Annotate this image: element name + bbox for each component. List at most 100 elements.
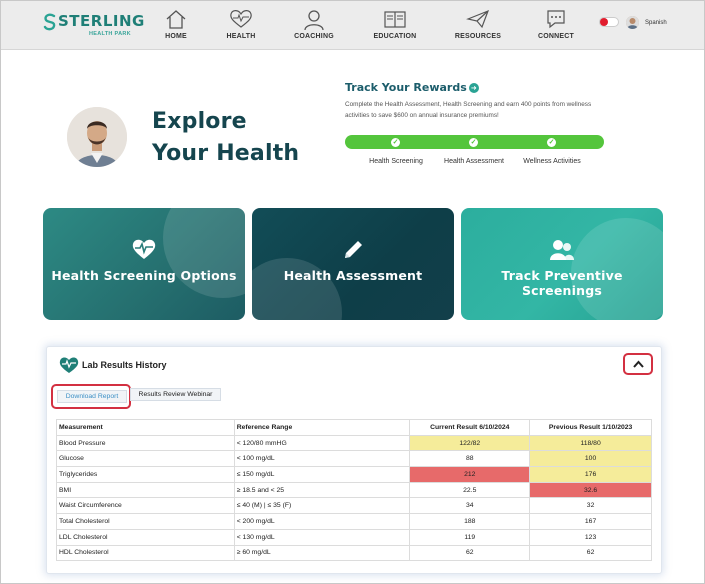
user-photo-icon: [626, 16, 639, 29]
cell-measurement: HDL Cholesterol: [56, 544, 235, 562]
paper-plane-icon: [466, 9, 490, 29]
heart-pulse-icon: [59, 357, 79, 373]
cell-reference-range: < 200 mg/dL: [233, 513, 411, 530]
cell-reference-range: ≥ 18.5 and < 25: [233, 481, 411, 499]
home-icon: [166, 10, 186, 29]
cell-reference-range: ≤ 150 mg/dL: [233, 466, 411, 483]
card-track-preventive-screenings[interactable]: Track Preventive Screenings: [461, 208, 663, 320]
step-health-screening: Health Screening: [369, 158, 423, 165]
nav-health[interactable]: HEALTH: [222, 9, 260, 45]
cell-reference-range: ≤ 40 (M) | ≤ 35 (F): [233, 497, 411, 515]
collapse-button[interactable]: [623, 353, 653, 375]
user-portrait-icon: [67, 107, 127, 167]
cell-previous-result: 32.6: [529, 481, 652, 499]
check-icon: ✓: [547, 138, 556, 147]
cell-previous-result: 62: [529, 544, 652, 562]
chat-icon: [547, 10, 565, 29]
download-report-highlight: Download Report: [51, 384, 131, 409]
cell-measurement: Waist Circumference: [56, 497, 235, 515]
lab-results-table: Measurement Reference Range Current Resu…: [56, 419, 652, 562]
table-row: Waist Circumference ≤ 40 (M) | ≤ 35 (F) 34…: [56, 497, 652, 515]
lab-results-body: Blood Pressure < 120/80 mmHG 122/82 118/80 G…: [56, 434, 652, 562]
nav-education[interactable]: EDUCATION: [372, 9, 418, 45]
chevron-up-icon: [633, 360, 644, 368]
nav-resources[interactable]: RESOURCES: [453, 9, 503, 45]
cell-previous-result: 100: [529, 450, 652, 468]
rewards-progress-bar: ✓ ✓ ✓: [345, 135, 604, 149]
card-health-screening-options[interactable]: Health Screening Options: [43, 208, 245, 320]
cell-measurement: BMI: [56, 481, 235, 499]
people-icon: [461, 238, 663, 267]
table-row: Triglycerides ≤ 150 mg/dL 212 176: [56, 466, 652, 483]
brand-subtitle: HEALTH PARK: [89, 31, 131, 37]
nav-connect-label: CONNECT: [537, 33, 574, 40]
table-row: LDL Cholesterol < 130 mg/dL 119 123: [56, 528, 652, 546]
nav-home[interactable]: HOME: [159, 9, 193, 45]
cell-current-result: 212: [409, 466, 531, 483]
logo-mark-icon: [43, 13, 56, 31]
check-icon: ✓: [469, 138, 478, 147]
cell-previous-result: 176: [529, 466, 652, 483]
check-icon: ✓: [391, 138, 400, 147]
cell-reference-range: < 130 mg/dL: [233, 528, 411, 546]
cell-measurement: Blood Pressure: [56, 434, 235, 452]
rewards-title-link[interactable]: Track Your Rewards ➜: [345, 81, 610, 94]
step-health-assessment: Health Assessment: [444, 158, 504, 165]
toggle-knob: [600, 18, 608, 26]
col-reference-range: Reference Range: [233, 419, 411, 436]
card-label: Health Screening Options: [51, 268, 237, 283]
nav-home-label: HOME: [165, 33, 187, 40]
nav-coaching[interactable]: COACHING: [291, 9, 337, 45]
rewards-panel: Track Your Rewards ➜ Complete the Health …: [345, 81, 610, 165]
cell-current-result: 22.5: [409, 481, 531, 499]
arrow-right-icon[interactable]: ➜: [468, 83, 479, 93]
lab-results-panel: Lab Results History Download Report Resu…: [46, 346, 662, 574]
col-previous-result: Previous Result 1/10/2023: [529, 419, 652, 436]
user-avatar-small[interactable]: [626, 16, 639, 29]
tab-results-review-webinar[interactable]: Results Review Webinar: [130, 388, 221, 401]
hero-title-line2: Your Health: [152, 141, 300, 166]
step-wellness-activities: Wellness Activities: [523, 158, 581, 165]
nav-coaching-label: COACHING: [294, 33, 334, 40]
cell-reference-range: < 100 mg/dL: [233, 450, 411, 468]
cell-measurement: Triglycerides: [56, 466, 235, 483]
user-avatar: [67, 107, 127, 167]
card-label: Health Assessment: [283, 268, 423, 283]
nav-education-label: EDUCATION: [373, 33, 417, 40]
cell-previous-result: 32: [529, 497, 652, 515]
language-toggle[interactable]: [599, 17, 619, 27]
table-row: Blood Pressure < 120/80 mmHG 122/82 118/80: [56, 434, 652, 452]
card-label: Track Preventive Screenings: [501, 268, 623, 298]
brand-name: STERLING: [58, 12, 145, 30]
language-label: Spanish: [645, 20, 667, 26]
cell-measurement: Total Cholesterol: [56, 513, 235, 530]
person-icon: [304, 10, 324, 31]
hero-title: Explore Your Health: [152, 106, 299, 170]
top-nav: STERLING HEALTH PARK HOME HEALTH COACHIN…: [1, 1, 704, 50]
cell-measurement: Glucose: [56, 450, 235, 468]
table-row: BMI ≥ 18.5 and < 25 22.5 32.6: [56, 481, 652, 499]
book-icon: [384, 11, 406, 28]
rewards-description: Complete the Health Assessment, Health S…: [345, 101, 592, 119]
cell-previous-result: 123: [529, 528, 652, 546]
table-row: Glucose < 100 mg/dL 88 100: [56, 450, 652, 468]
cell-reference-range: < 120/80 mmHG: [233, 434, 411, 452]
nav-resources-label: RESOURCES: [454, 33, 502, 40]
col-current-result: Current Result 6/10/2024: [409, 419, 531, 436]
rewards-title: Track Your Rewards: [345, 81, 467, 94]
cell-current-result: 88: [409, 450, 531, 468]
cell-reference-range: ≥ 60 mg/dL: [233, 544, 411, 562]
brand-logo[interactable]: STERLING HEALTH PARK: [41, 11, 144, 41]
cell-previous-result: 167: [529, 513, 652, 530]
table-row: Total Cholesterol < 200 mg/dL 188 167: [56, 513, 652, 530]
nav-health-label: HEALTH: [226, 33, 256, 40]
cell-current-result: 188: [409, 513, 531, 530]
nav-connect[interactable]: CONNECT: [536, 9, 576, 45]
heart-pulse-icon: [230, 10, 252, 28]
cell-current-result: 34: [409, 497, 531, 515]
tab-download-report[interactable]: Download Report: [57, 390, 127, 403]
card-health-assessment[interactable]: Health Assessment: [252, 208, 454, 320]
pencil-icon: [252, 238, 454, 267]
cell-measurement: LDL Cholesterol: [56, 528, 235, 546]
cell-current-result: 62: [409, 544, 531, 562]
